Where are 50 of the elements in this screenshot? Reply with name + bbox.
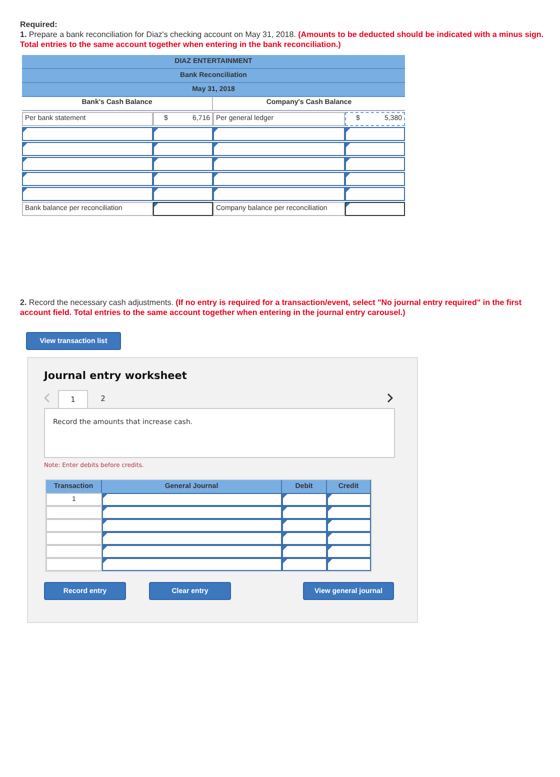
- input-field[interactable]: [327, 532, 371, 546]
- input-field[interactable]: [345, 142, 405, 156]
- table-cell: [46, 558, 102, 572]
- required-heading: Required:: [20, 20, 58, 29]
- worksheet-title: Journal entry worksheet: [44, 370, 188, 382]
- input-field[interactable]: [327, 519, 371, 532]
- input-field[interactable]: [102, 519, 282, 532]
- input-field[interactable]: [327, 545, 371, 558]
- input-field[interactable]: [327, 558, 371, 572]
- input-field[interactable]: [213, 127, 345, 142]
- input-field[interactable]: [282, 532, 327, 546]
- input-field[interactable]: [22, 187, 153, 202]
- input-field[interactable]: [102, 532, 282, 546]
- input-field[interactable]: [282, 545, 327, 558]
- instruction-text: 1. Prepare a bank reconciliation for Diaz's checking account on May 31, 2018. (Amounts to be deducted should be indicated with a minus sign. Total entries to the same account together when entering in the bank reconciliation.): [20, 30, 544, 50]
- input-field[interactable]: [102, 506, 282, 520]
- input-field[interactable]: [345, 172, 405, 186]
- table-cell: [46, 506, 102, 520]
- input-field[interactable]: [213, 187, 345, 202]
- instruction-text: 2. Record the necessary cash adjustments. (If no entry is required for a transaction/event, select "No journal entry required" in the first account field. Total entries to the same account together when entering in the journal entry carousel.): [20, 298, 523, 318]
- input-field[interactable]: [22, 172, 153, 186]
- table-cell: [46, 532, 102, 546]
- input-field[interactable]: [345, 157, 405, 172]
- input-field[interactable]: [153, 127, 213, 142]
- input-field[interactable]: [213, 157, 345, 172]
- input-field[interactable]: [282, 506, 327, 520]
- input-field[interactable]: [282, 519, 327, 532]
- input-field[interactable]: [22, 142, 153, 156]
- input-field[interactable]: [102, 493, 282, 506]
- input-field[interactable]: [345, 127, 405, 142]
- input-field[interactable]: [153, 172, 213, 186]
- input-field[interactable]: [153, 202, 213, 216]
- input-field[interactable]: [327, 506, 371, 520]
- input-field[interactable]: [213, 142, 345, 156]
- input-field[interactable]: [102, 545, 282, 558]
- input-field[interactable]: [345, 202, 405, 216]
- input-field[interactable]: [153, 187, 213, 202]
- input-field[interactable]: [153, 142, 213, 156]
- input-field[interactable]: [102, 558, 282, 572]
- input-field[interactable]: [282, 493, 327, 506]
- input-field[interactable]: [22, 157, 153, 172]
- input-field[interactable]: [153, 157, 213, 172]
- input-field[interactable]: [327, 493, 371, 506]
- input-field[interactable]: [345, 187, 405, 202]
- next-icon[interactable]: [387, 393, 393, 404]
- table-cell: [46, 545, 102, 558]
- input-field[interactable]: [282, 558, 327, 572]
- table-cell: [46, 519, 102, 532]
- input-field[interactable]: [22, 127, 153, 142]
- input-field[interactable]: [213, 172, 345, 186]
